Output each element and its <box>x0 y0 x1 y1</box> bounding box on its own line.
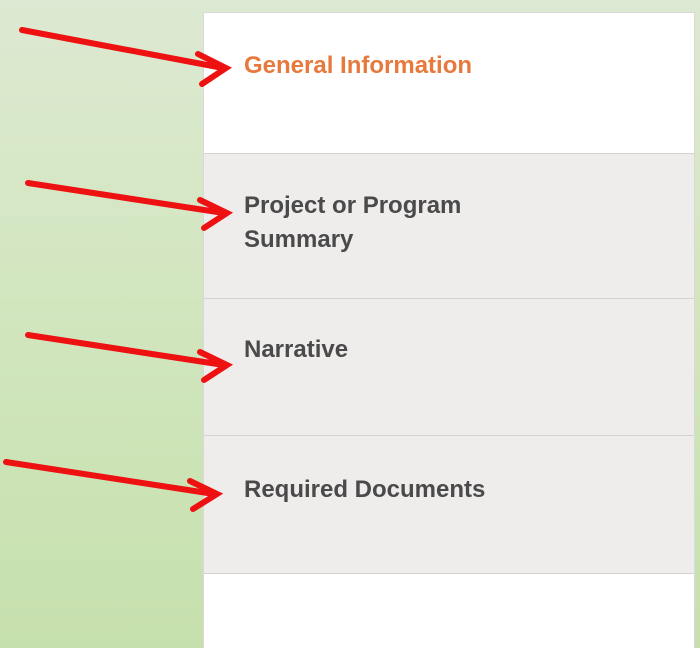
tab-required-documents[interactable]: Required Documents <box>204 435 694 574</box>
tab-project-or-program-summary[interactable]: Project or Program Summary <box>204 153 694 299</box>
tab-label: Project or Program Summary <box>244 192 462 253</box>
tab-narrative[interactable]: Narrative <box>204 298 694 436</box>
tab-label: General Information <box>244 52 473 79</box>
tab-label: Required Documents <box>244 476 486 503</box>
tab-label: Narrative <box>244 336 349 363</box>
tab-general-information[interactable]: General Information <box>204 13 694 153</box>
section-tab-list: General Information Project or Program S… <box>203 12 695 648</box>
